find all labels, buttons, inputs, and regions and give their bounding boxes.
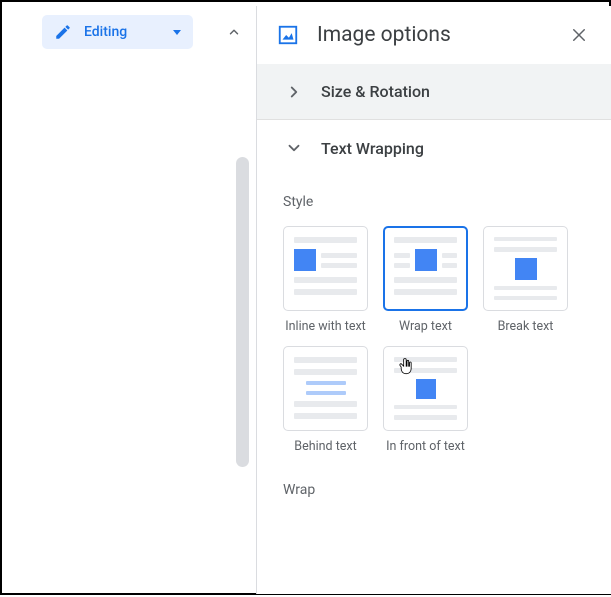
section-size-rotation[interactable]: Size & Rotation: [257, 64, 611, 120]
square-icon: [294, 249, 316, 271]
style-label: Style: [283, 194, 591, 210]
collapse-toolbar-button[interactable]: [217, 15, 251, 49]
pencil-icon: [54, 23, 72, 41]
panel-header: Image options: [257, 6, 611, 64]
option-behind-text[interactable]: Behind text: [283, 346, 368, 454]
option-wrap-text[interactable]: Wrap text: [383, 226, 468, 334]
square-icon: [415, 249, 437, 271]
option-label: Behind text: [283, 439, 368, 454]
wrap-style-options: Inline with text Wrap text: [283, 226, 593, 454]
behind-indicator: [306, 391, 346, 395]
chevron-up-icon: [227, 25, 241, 39]
editing-mode-chip[interactable]: Editing: [42, 15, 193, 49]
option-in-front-of-text[interactable]: In front of text: [383, 346, 468, 454]
square-icon: [416, 379, 436, 399]
option-inline-with-text[interactable]: Inline with text: [283, 226, 368, 334]
wrap-section-label: Wrap: [283, 482, 591, 498]
option-label: In front of text: [383, 439, 468, 454]
dropdown-arrow-icon: [173, 30, 181, 35]
panel-title: Image options: [317, 23, 567, 47]
image-icon: [277, 24, 299, 46]
option-label: Inline with text: [283, 319, 368, 334]
option-card: [483, 226, 568, 311]
text-wrapping-body: Style Inline with text Wrap tex: [257, 176, 611, 498]
section-title-size-rotation: Size & Rotation: [321, 82, 430, 101]
option-break-text[interactable]: Break text: [483, 226, 568, 334]
option-label: Wrap text: [383, 319, 468, 334]
editing-mode-label: Editing: [84, 24, 127, 40]
behind-indicator: [306, 381, 346, 385]
option-card: [383, 226, 468, 311]
section-title-text-wrapping: Text Wrapping: [321, 139, 424, 158]
image-options-panel: Image options Size & Rotation Text Wrapp…: [257, 6, 611, 594]
section-text-wrapping[interactable]: Text Wrapping: [257, 120, 611, 176]
close-panel-button[interactable]: [567, 23, 591, 47]
scrollbar-thumb[interactable]: [236, 157, 249, 467]
option-card: [283, 226, 368, 311]
option-label: Break text: [483, 319, 568, 334]
chevron-down-icon: [285, 139, 303, 157]
square-icon: [515, 258, 537, 280]
option-card: [283, 346, 368, 431]
option-card: [383, 346, 468, 431]
close-icon: [570, 26, 588, 44]
chevron-right-icon: [285, 83, 303, 101]
